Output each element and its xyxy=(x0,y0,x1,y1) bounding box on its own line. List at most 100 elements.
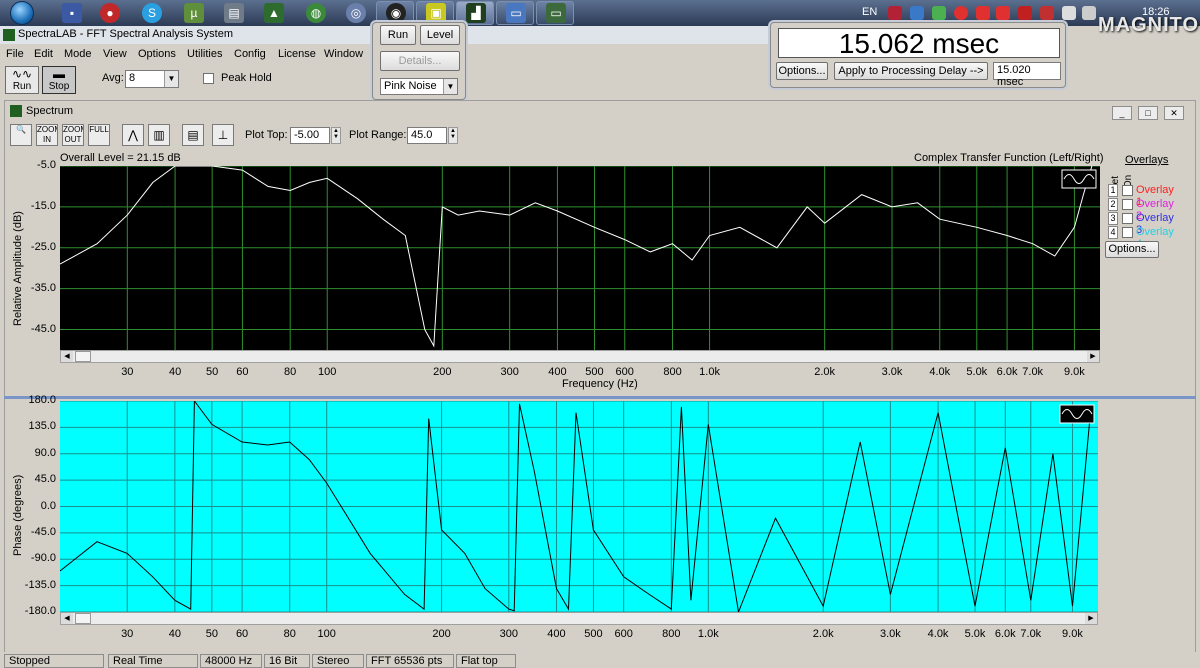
overlay-3-checkbox[interactable] xyxy=(1122,213,1133,224)
flag-icon[interactable] xyxy=(888,6,902,20)
maximize-icon[interactable]: □ xyxy=(1138,106,1158,120)
printer-icon[interactable]: ▤ xyxy=(224,3,244,23)
ati-icon[interactable] xyxy=(996,6,1010,20)
network-icon[interactable]: ◎ xyxy=(346,3,366,23)
menu-edit[interactable]: Edit xyxy=(34,48,53,60)
generator-level-button[interactable]: Level xyxy=(420,25,460,45)
x-tick-label: 3.0k xyxy=(879,628,901,640)
x-tick-label: 60 xyxy=(235,628,249,640)
peak-hold-checkbox[interactable] xyxy=(203,73,214,84)
plot-top-spinner[interactable]: ▲ ▼ xyxy=(331,127,341,144)
menu-mode[interactable]: Mode xyxy=(64,48,92,60)
apply-delay-button[interactable]: Apply to Processing Delay --> xyxy=(834,62,988,80)
signal-icon[interactable] xyxy=(1062,6,1076,20)
transfer-function-icon[interactable] xyxy=(1059,404,1095,424)
stop-button[interactable]: ▬ Stop xyxy=(42,66,76,94)
windows-logo-icon xyxy=(10,1,34,25)
overlay-4-checkbox[interactable] xyxy=(1122,227,1133,238)
overlay-set-1[interactable]: 1 xyxy=(1108,184,1118,197)
plot-top-input[interactable]: -5.00 xyxy=(290,127,330,144)
generator-run-button[interactable]: Run xyxy=(380,25,416,45)
scroll-thumb[interactable] xyxy=(75,351,91,362)
menu-utilities[interactable]: Utilities xyxy=(187,48,222,60)
antivirus-icon[interactable] xyxy=(954,6,968,20)
y-tick-label: 0.0 xyxy=(40,499,56,512)
plot-range-input[interactable]: 45.0 xyxy=(407,127,447,144)
menu-window[interactable]: Window xyxy=(324,48,363,60)
generator-details-button[interactable]: Details... xyxy=(380,51,460,71)
zoom-full-button[interactable]: FULL xyxy=(88,124,110,146)
phase-scrollbar[interactable]: ◀ ▶ xyxy=(60,612,1098,625)
signal-type-select[interactable]: Pink Noise ▼ xyxy=(380,78,458,95)
scroll-right-icon[interactable]: ▶ xyxy=(1087,351,1099,362)
taskbar-app-monitor[interactable]: ▭ xyxy=(536,1,574,25)
overlay-2-checkbox[interactable] xyxy=(1122,199,1133,210)
x-tick-label: 4.0k xyxy=(929,366,951,378)
start-button[interactable] xyxy=(2,0,42,26)
skype-icon[interactable]: S xyxy=(142,3,162,23)
amplitude-plot[interactable] xyxy=(60,166,1100,350)
save-icon[interactable]: ▪ xyxy=(62,3,82,23)
bar-view-icon[interactable]: ▥ xyxy=(148,124,170,146)
monitor-icon: ▭ xyxy=(546,3,566,23)
update-icon[interactable] xyxy=(976,6,990,20)
phase-plot[interactable] xyxy=(60,401,1098,612)
plot-range-spinner[interactable]: ▲ ▼ xyxy=(448,127,458,144)
transfer-function-icon[interactable] xyxy=(1061,169,1097,189)
scroll-thumb[interactable] xyxy=(75,613,91,624)
processing-delay-field[interactable]: 15.020 msec xyxy=(993,62,1061,88)
globe-icon[interactable]: ◍ xyxy=(306,3,326,23)
zoom-icon[interactable]: 🔍 xyxy=(10,124,32,146)
scroll-left-icon[interactable]: ◀ xyxy=(61,351,73,362)
menu-options[interactable]: Options xyxy=(138,48,176,60)
signal-type-value: Pink Noise xyxy=(384,80,437,92)
pane-splitter[interactable] xyxy=(4,396,1196,399)
overlay-set-4[interactable]: 4 xyxy=(1108,226,1118,239)
minimize-icon[interactable]: _ xyxy=(1112,106,1132,120)
scroll-left-icon[interactable]: ◀ xyxy=(61,613,73,624)
avg-select[interactable]: 8 ▼ xyxy=(125,70,179,88)
volume-icon[interactable] xyxy=(1082,6,1096,20)
x-tick-label: 600 xyxy=(615,366,634,378)
y-tick-label: -15.0 xyxy=(30,199,56,212)
run-button[interactable]: ∿∿ Run xyxy=(5,66,39,94)
x-tick-label: 2.0k xyxy=(812,628,834,640)
cursor-icon[interactable]: ⊥ xyxy=(212,124,234,146)
y-tick-label: -180.0 xyxy=(24,605,56,617)
delay-options-button[interactable]: Options... xyxy=(776,62,828,80)
stop-icon: ▬ xyxy=(53,67,65,81)
properties-icon[interactable]: ▤ xyxy=(182,124,204,146)
menu-file[interactable]: File xyxy=(6,48,24,60)
amplitude-scrollbar[interactable]: ◀ ▶ xyxy=(60,350,1100,363)
overlay-set-2[interactable]: 2 xyxy=(1108,198,1118,211)
x-tick-label: 200 xyxy=(433,366,452,378)
disc-icon: ◉ xyxy=(386,3,406,23)
opera-icon[interactable]: ● xyxy=(100,3,120,23)
x-tick-label: 4.0k xyxy=(927,628,949,640)
utorrent-icon[interactable]: µ xyxy=(184,3,204,23)
y-tick-label: -45.0 xyxy=(30,525,56,538)
menu-view[interactable]: View xyxy=(103,48,127,60)
close-icon[interactable]: ✕ xyxy=(1164,106,1184,120)
menu-config[interactable]: Config xyxy=(234,48,266,60)
line-view-icon[interactable]: ⋀ xyxy=(122,124,144,146)
network-alert-icon[interactable] xyxy=(1040,6,1054,20)
x-tick-label: 2.0k xyxy=(814,366,836,378)
spectrum-window-title: Spectrum xyxy=(26,105,74,117)
plot-range-label: Plot Range: xyxy=(349,129,407,141)
overlay-set-3[interactable]: 3 xyxy=(1108,212,1118,225)
scroll-right-icon[interactable]: ▶ xyxy=(1085,613,1097,624)
plot-background xyxy=(60,166,1100,350)
overlays-options-button[interactable]: Options... xyxy=(1105,241,1159,258)
zoom-in-2x-button[interactable]: ZOOM IN xyxy=(36,124,58,146)
menu-license[interactable]: License xyxy=(278,48,316,60)
taskbar-app-window[interactable]: ▭ xyxy=(496,1,534,25)
media-icon[interactable]: ▲ xyxy=(264,3,284,23)
language-indicator[interactable]: EN xyxy=(862,6,877,18)
battery-icon[interactable] xyxy=(932,6,946,20)
overlay-1-checkbox[interactable] xyxy=(1122,185,1133,196)
ati-catalyst-icon[interactable] xyxy=(1018,6,1032,20)
zoom-out-2x-button[interactable]: ZOOM OUT xyxy=(62,124,84,146)
stop-label: Stop xyxy=(48,81,70,92)
monitor-tray-icon[interactable] xyxy=(910,6,924,20)
